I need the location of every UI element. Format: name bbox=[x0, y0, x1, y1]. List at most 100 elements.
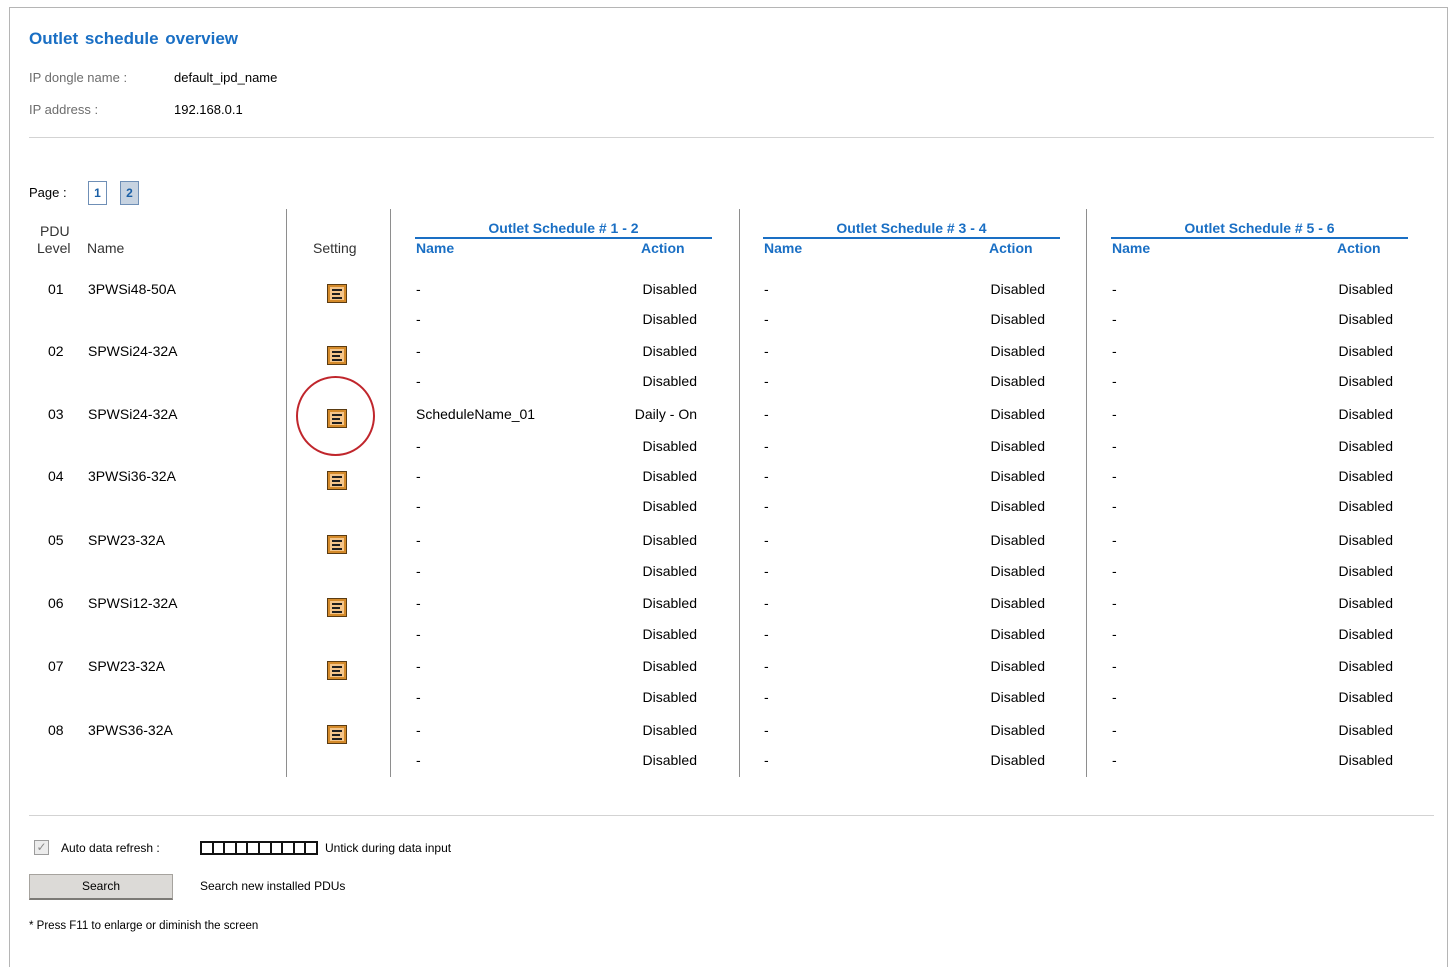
schedule-name: - bbox=[416, 563, 421, 579]
header-name: Name bbox=[87, 240, 125, 256]
schedule-name: - bbox=[1112, 563, 1117, 579]
schedule-name: - bbox=[1112, 752, 1117, 768]
schedule-action: Disabled bbox=[990, 658, 1045, 674]
schedule-name: - bbox=[416, 311, 421, 327]
schedule-action: Disabled bbox=[990, 373, 1045, 389]
schedule-action: Disabled bbox=[1338, 626, 1393, 642]
schedule-action: Disabled bbox=[642, 532, 697, 548]
dongle-name-label: IP dongle name : bbox=[29, 70, 128, 85]
settings-list-icon[interactable] bbox=[327, 346, 347, 365]
pdu-level: 01 bbox=[48, 281, 64, 297]
search-hint: Search new installed PDUs bbox=[200, 879, 346, 893]
schedule-action: Disabled bbox=[642, 311, 697, 327]
pdu-name: SPW23-32A bbox=[88, 532, 166, 548]
schedule-action: Disabled bbox=[990, 281, 1045, 297]
search-button[interactable]: Search bbox=[29, 874, 173, 900]
schedule-action: Disabled bbox=[1338, 373, 1393, 389]
schedule-name: - bbox=[1112, 281, 1117, 297]
column-separator bbox=[286, 209, 287, 777]
schedule-action: Disabled bbox=[1338, 532, 1393, 548]
schedule-name: - bbox=[416, 468, 421, 484]
schedule-action: Disabled bbox=[642, 281, 697, 297]
schedule-action: Disabled bbox=[642, 343, 697, 359]
schedule-action: Disabled bbox=[990, 563, 1045, 579]
schedule-action: Disabled bbox=[990, 626, 1045, 642]
schedule-name: - bbox=[1112, 311, 1117, 327]
header-level: Level bbox=[37, 240, 71, 256]
schedule-name: - bbox=[764, 752, 769, 768]
schedule-name: - bbox=[1112, 343, 1117, 359]
settings-list-icon[interactable] bbox=[327, 661, 347, 680]
settings-list-icon[interactable] bbox=[327, 598, 347, 617]
schedule-action: Disabled bbox=[642, 498, 697, 514]
subheader-action: Action bbox=[641, 240, 685, 256]
subheader-action: Action bbox=[989, 240, 1033, 256]
schedule-name: - bbox=[1112, 689, 1117, 705]
subheader-name: Name bbox=[1112, 240, 1151, 256]
pdu-name: SPWSi12-32A bbox=[88, 595, 178, 611]
schedule-name: - bbox=[764, 311, 769, 327]
pdu-level: 02 bbox=[48, 343, 64, 359]
header-pdu: PDU bbox=[40, 223, 70, 239]
schedule-action: Disabled bbox=[1338, 343, 1393, 359]
schedule-name: - bbox=[764, 658, 769, 674]
schedule-action: Disabled bbox=[642, 468, 697, 484]
schedule-name: ScheduleName_01 bbox=[416, 406, 536, 422]
schedule-name: - bbox=[764, 343, 769, 359]
schedule-name: - bbox=[416, 532, 421, 548]
schedule-action: Disabled bbox=[990, 406, 1045, 422]
pdu-name: 3PWS36-32A bbox=[88, 722, 173, 738]
column-separator bbox=[1086, 209, 1087, 777]
page-title: Outlet schedule overview bbox=[29, 29, 239, 48]
schedule-name: - bbox=[1112, 498, 1117, 514]
page-label: Page : bbox=[29, 185, 67, 200]
pdu-name: SPW23-32A bbox=[88, 658, 166, 674]
settings-list-icon[interactable] bbox=[327, 725, 347, 744]
settings-list-icon[interactable] bbox=[327, 471, 347, 490]
schedule-name: - bbox=[416, 626, 421, 642]
header-setting: Setting bbox=[313, 240, 357, 256]
auto-refresh-checkbox[interactable]: ✓ bbox=[34, 840, 49, 855]
schedule-action: Disabled bbox=[990, 498, 1045, 514]
schedule-action: Disabled bbox=[1338, 498, 1393, 514]
schedule-action: Disabled bbox=[1338, 752, 1393, 768]
schedule-name: - bbox=[1112, 722, 1117, 738]
schedule-name: - bbox=[1112, 468, 1117, 484]
schedule-name: - bbox=[416, 689, 421, 705]
settings-list-icon[interactable] bbox=[327, 535, 347, 554]
schedule-action: Disabled bbox=[1338, 595, 1393, 611]
schedule-name: - bbox=[764, 468, 769, 484]
schedule-name: - bbox=[416, 595, 421, 611]
schedule-action: Disabled bbox=[1338, 438, 1393, 454]
schedule-action: Disabled bbox=[1338, 406, 1393, 422]
schedule-name: - bbox=[764, 532, 769, 548]
page-button-2[interactable]: 2 bbox=[120, 181, 139, 205]
schedule-action: Disabled bbox=[990, 689, 1045, 705]
schedule-action: Disabled bbox=[642, 563, 697, 579]
subheader-action: Action bbox=[1337, 240, 1381, 256]
divider-top bbox=[29, 137, 1434, 138]
schedule-action: Disabled bbox=[990, 532, 1045, 548]
schedule-name: - bbox=[764, 406, 769, 422]
page-button-1[interactable]: 1 bbox=[88, 181, 107, 205]
settings-list-icon[interactable] bbox=[327, 284, 347, 303]
schedule-name: - bbox=[764, 438, 769, 454]
schedule-action: Disabled bbox=[642, 626, 697, 642]
schedule-action: Disabled bbox=[990, 438, 1045, 454]
schedule-action: Disabled bbox=[642, 595, 697, 611]
pdu-level: 04 bbox=[48, 468, 64, 484]
footer-note: * Press F11 to enlarge or diminish the s… bbox=[29, 920, 259, 932]
schedule-action: Disabled bbox=[642, 752, 697, 768]
refresh-progress-bar bbox=[200, 841, 318, 855]
schedule-name: - bbox=[764, 689, 769, 705]
schedule-action: Disabled bbox=[990, 595, 1045, 611]
column-separator bbox=[390, 209, 391, 777]
schedule-name: - bbox=[764, 281, 769, 297]
schedule-name: - bbox=[764, 595, 769, 611]
schedule-name: - bbox=[1112, 626, 1117, 642]
pdu-level: 05 bbox=[48, 532, 64, 548]
schedule-name: - bbox=[764, 373, 769, 389]
ip-address-value: 192.168.0.1 bbox=[174, 102, 243, 117]
column-separator bbox=[739, 209, 740, 777]
schedule-action: Disabled bbox=[1338, 468, 1393, 484]
